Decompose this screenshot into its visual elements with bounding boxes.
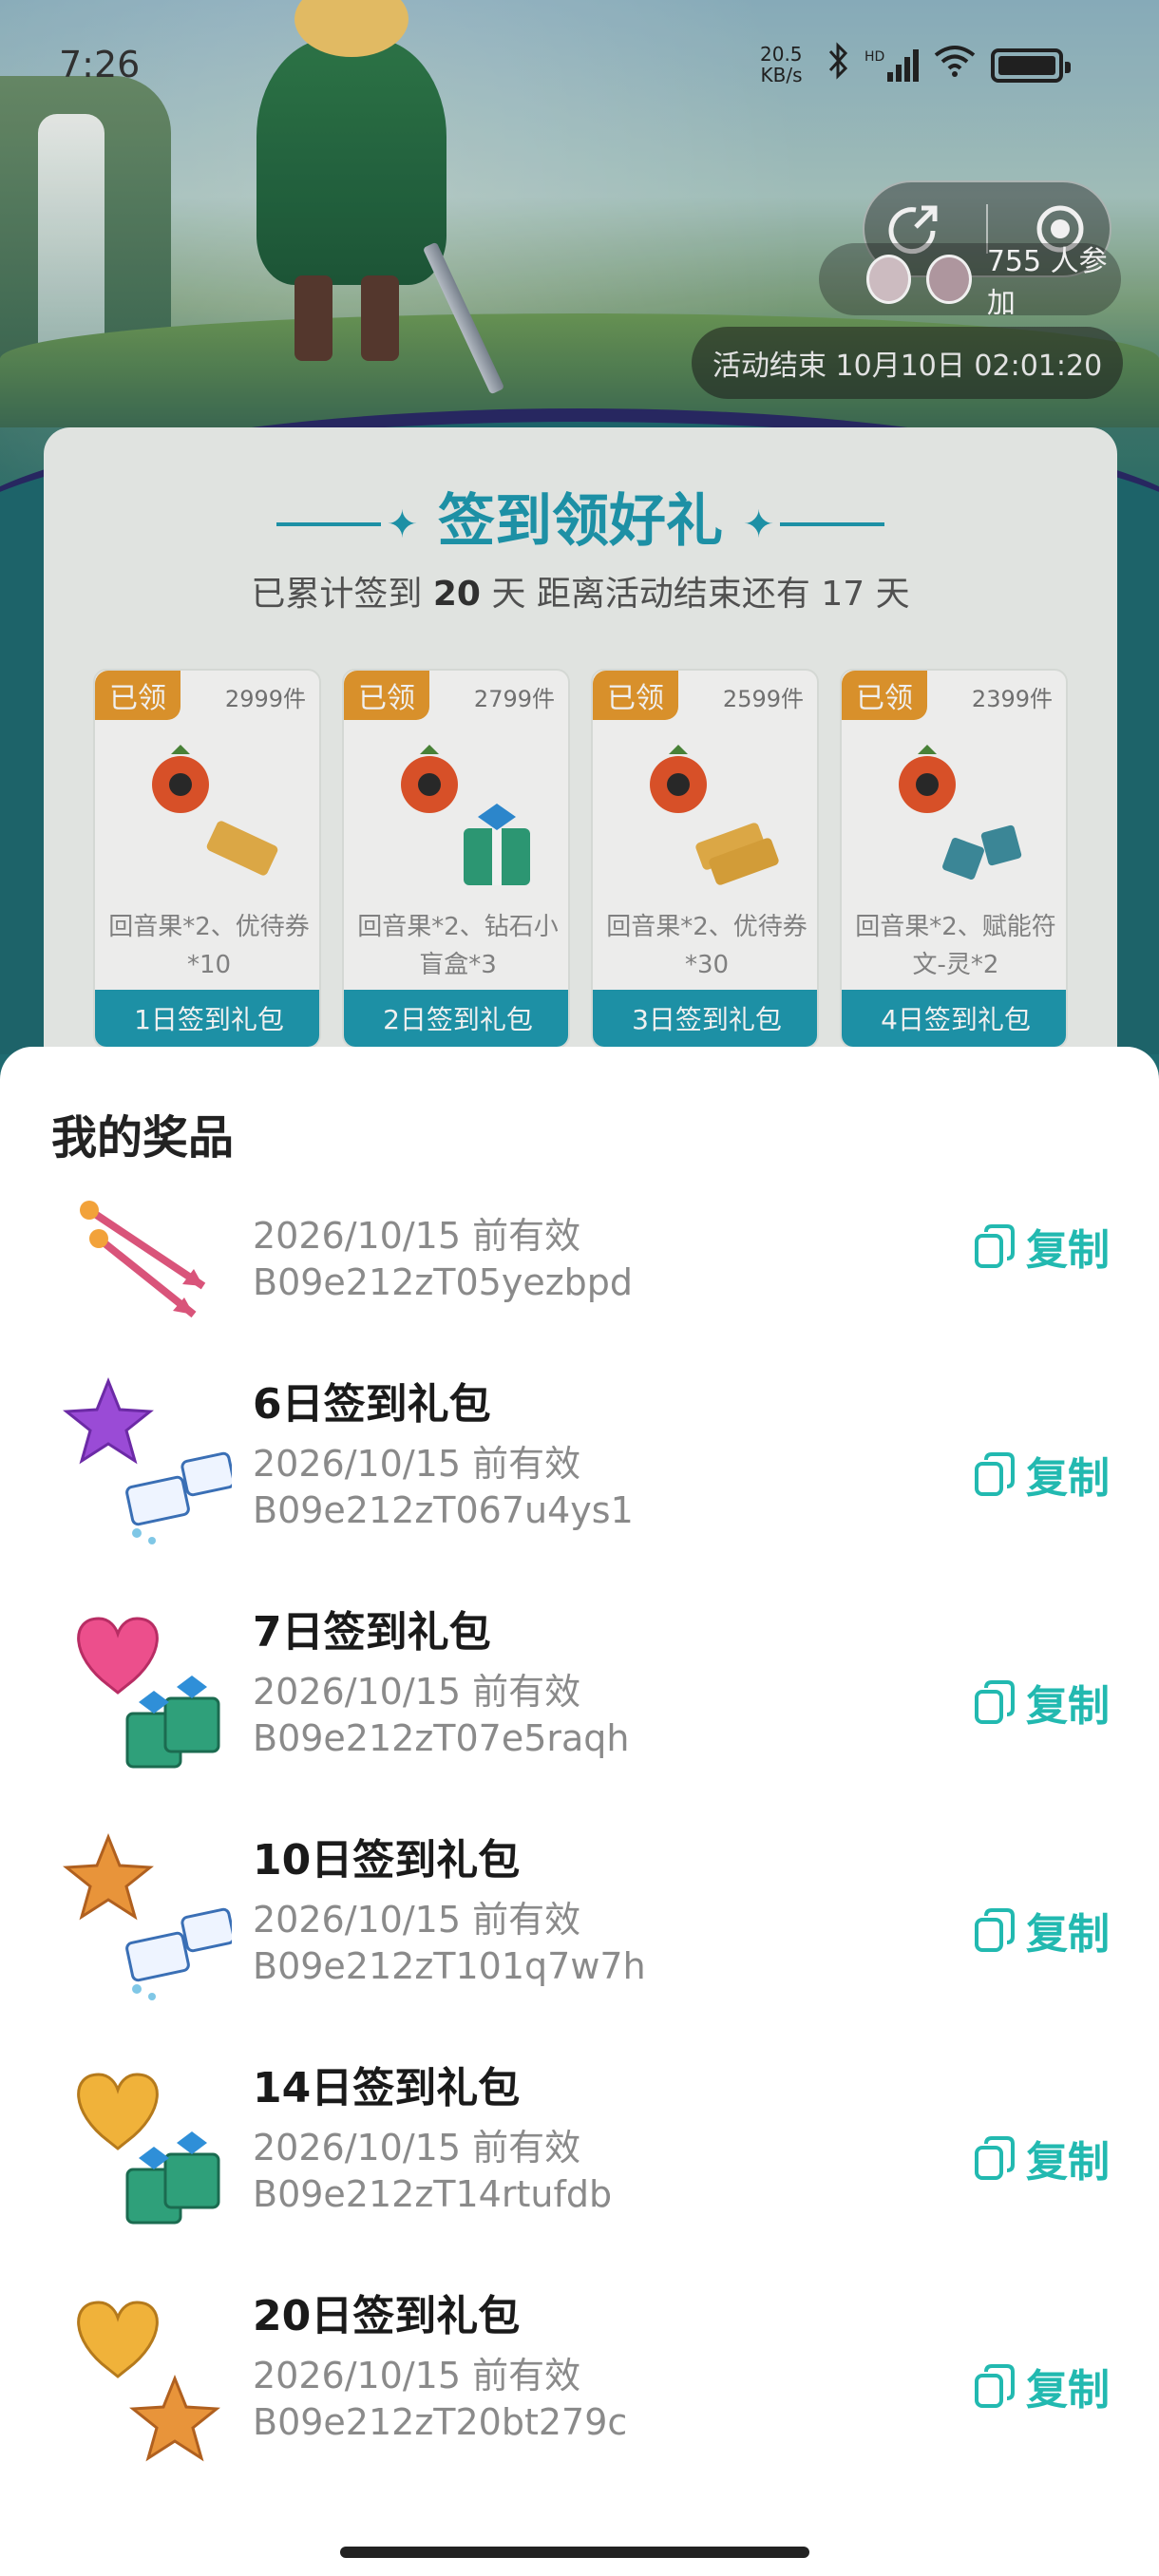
copy-icon: [975, 1452, 1015, 1496]
prize-valid-until: 2026/10/15 前有效: [253, 2355, 581, 2396]
prize-code: B09e212zT14rtufdb: [253, 2173, 613, 2215]
copy-icon: [975, 1908, 1015, 1952]
gold-heart-giftbox-icon: [77, 2073, 220, 2225]
copy-button[interactable]: 复制: [973, 1216, 1110, 1277]
copy-button[interactable]: 复制: [973, 2356, 1110, 2416]
orange-star-ticket-icon: [63, 1832, 232, 2000]
prize-valid-until: 2026/10/15 前有效: [253, 1671, 581, 1713]
copy-button[interactable]: 复制: [973, 1672, 1110, 1733]
copy-label: 复制: [1026, 2138, 1110, 2187]
prize-code: B09e212zT05yezbpd: [253, 1261, 634, 1303]
copy-label: 复制: [1026, 1910, 1110, 1959]
home-indicator[interactable]: [340, 2547, 809, 2558]
prize-row: 14日签到礼包 2026/10/15 前有效 B09e212zT14rtufdb…: [0, 2036, 1159, 2264]
copy-icon: [975, 2364, 1015, 2408]
dim-overlay[interactable]: [0, 0, 1159, 1054]
prize-name: 10日签到礼包: [253, 1836, 521, 1885]
prize-row: 6日签到礼包 2026/10/15 前有效 B09e212zT067u4ys1 …: [0, 1353, 1159, 1581]
gold-heart-star-icon: [77, 2301, 220, 2462]
sheet-title: 我的奖品: [51, 1111, 235, 1165]
copy-icon: [975, 1680, 1015, 1724]
copy-icon: [975, 1224, 1015, 1268]
copy-button[interactable]: 复制: [973, 1900, 1110, 1960]
copy-label: 复制: [1026, 2366, 1110, 2415]
prize-row: 10日签到礼包 2026/10/15 前有效 B09e212zT101q7w7h…: [0, 1809, 1159, 2036]
copy-label: 复制: [1026, 1682, 1110, 1731]
arrows-icon: [80, 1201, 206, 1318]
purple-star-ticket-icon: [63, 1376, 232, 1544]
prize-list[interactable]: 2026/10/15 前有效 B09e212zT05yezbpd 复制 6日签到…: [0, 1199, 1159, 2510]
prize-code: B09e212zT20bt279c: [253, 2401, 628, 2443]
prize-name: 20日签到礼包: [253, 2292, 521, 2340]
prize-name: 6日签到礼包: [253, 1380, 491, 1429]
pink-heart-giftbox-icon: [77, 1617, 220, 1769]
prize-row: 2026/10/15 前有效 B09e212zT05yezbpd 复制: [0, 1199, 1159, 1353]
copy-label: 复制: [1026, 1454, 1110, 1503]
prize-valid-until: 2026/10/15 前有效: [253, 1443, 581, 1485]
prize-valid-until: 2026/10/15 前有效: [253, 1899, 581, 1941]
prize-row: 7日签到礼包 2026/10/15 前有效 B09e212zT07e5raqh …: [0, 1581, 1159, 1809]
copy-icon: [975, 2136, 1015, 2180]
prize-code: B09e212zT067u4ys1: [253, 1489, 634, 1531]
prize-name: 7日签到礼包: [253, 1608, 491, 1657]
prize-code: B09e212zT07e5raqh: [253, 1717, 630, 1759]
copy-label: 复制: [1026, 1226, 1110, 1275]
copy-button[interactable]: 复制: [973, 2128, 1110, 2188]
copy-button[interactable]: 复制: [973, 1444, 1110, 1505]
prize-valid-until: 2026/10/15 前有效: [253, 1215, 581, 1257]
prize-row: 20日签到礼包 2026/10/15 前有效 B09e212zT20bt279c…: [0, 2264, 1159, 2492]
prize-code: B09e212zT101q7w7h: [253, 1945, 646, 1987]
prize-name: 14日签到礼包: [253, 2064, 521, 2112]
my-prizes-sheet: 我的奖品 2026/10/15 前有效 B09e212zT05yezbpd 复制: [0, 1047, 1159, 2576]
prize-valid-until: 2026/10/15 前有效: [253, 2127, 581, 2169]
